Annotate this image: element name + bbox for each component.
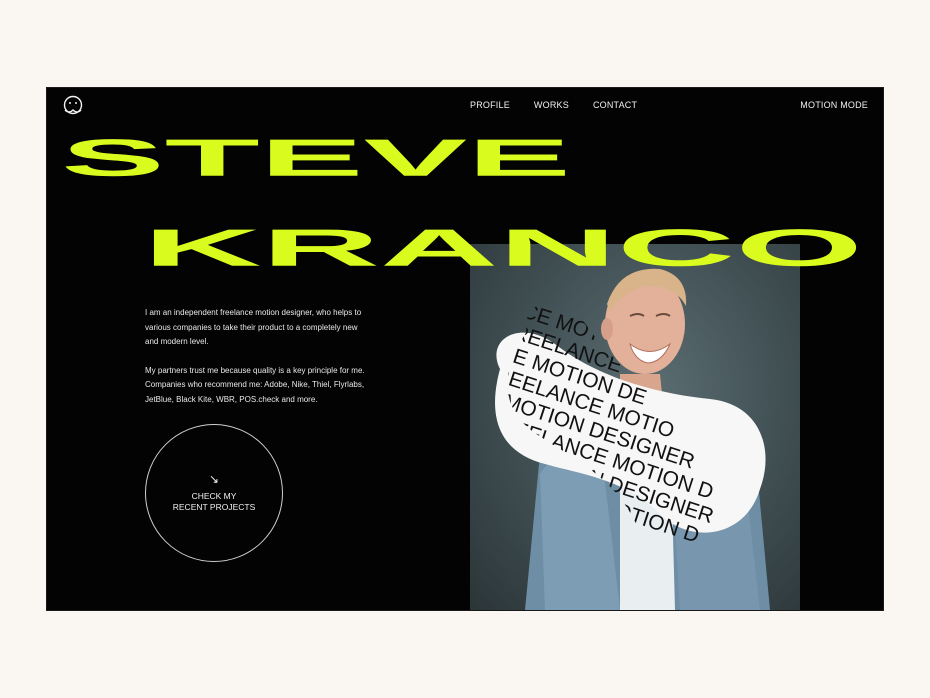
portrait-illustration: CE MOTIO FREELANCE CE MOTION DE FREELANC… [471,268,770,610]
bio-paragraph-2: My partners trust me because quality is … [145,365,365,404]
arrow-down-right-icon: ↘ [208,471,220,486]
motion-mode-toggle[interactable]: MOTION MODE [800,100,868,110]
cta-line-2: RECENT PROJECTS [172,501,256,512]
nav-works[interactable]: WORKS [534,100,569,110]
recent-projects-button[interactable]: ↘ CHECK MY RECENT PROJECTS [145,424,283,562]
cta-line-1: CHECK MY [191,490,237,501]
page-frame: PROFILE WORKS CONTACT MOTION MODE CE MOT… [47,88,883,610]
bio-text: I am an independent freelance motion des… [145,306,370,421]
bio-paragraph-1: I am an independent freelance motion des… [145,308,362,346]
nav-profile[interactable]: PROFILE [470,100,510,110]
smiley-logo-icon[interactable] [62,95,84,117]
main-nav: PROFILE WORKS CONTACT [470,100,637,110]
nav-contact[interactable]: CONTACT [593,100,637,110]
portrait-photo: CE MOTIO FREELANCE CE MOTION DE FREELANC… [470,244,800,610]
first-name: STEVE [61,129,571,188]
